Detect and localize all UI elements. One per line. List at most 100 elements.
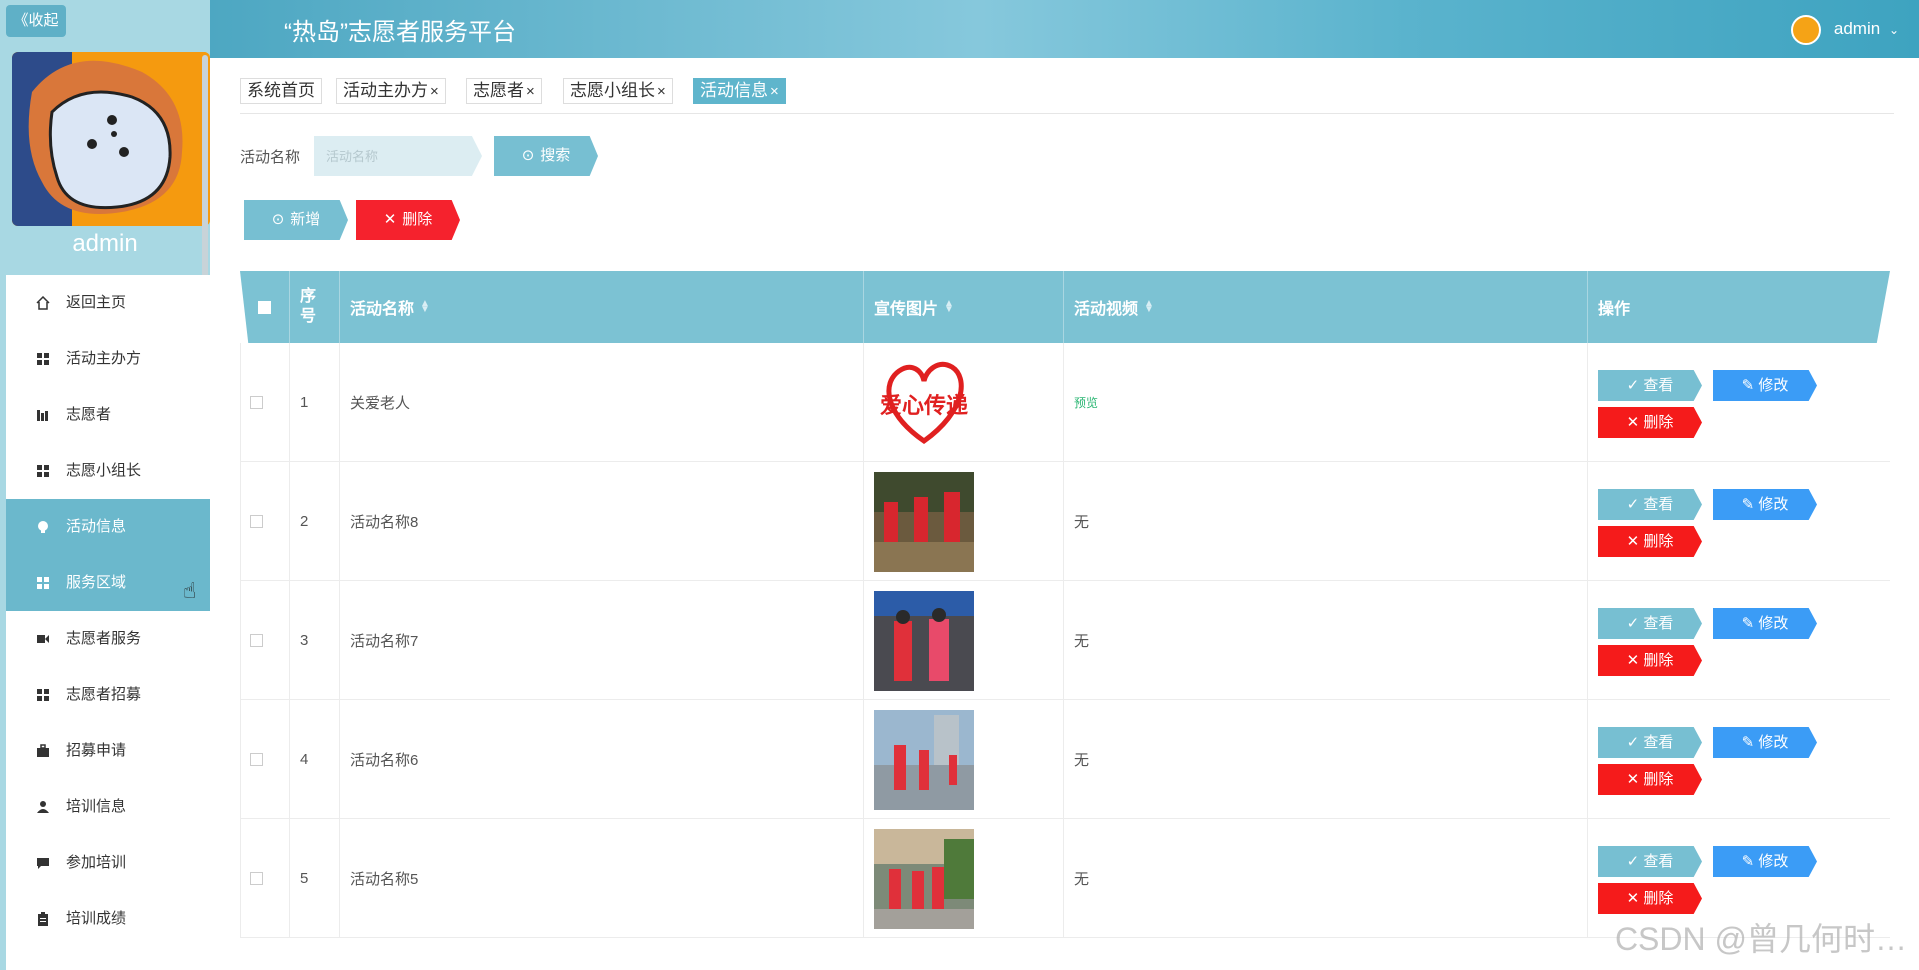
user-icon	[37, 801, 49, 813]
grid-icon	[37, 689, 49, 701]
sidebar-item-volunteer-service[interactable]: 志愿者服务	[6, 611, 210, 667]
column-header-name[interactable]: 活动名称 ▲ ▼	[340, 271, 864, 343]
check-icon: ✓	[1626, 615, 1644, 632]
delete-button[interactable]: ✕ 删除	[1598, 407, 1702, 438]
cell-picture	[864, 819, 1064, 938]
row-checkbox[interactable]	[250, 396, 263, 409]
user-menu[interactable]: admin ⌄	[1791, 12, 1899, 46]
sidebar-menu: 返回主页 活动主办方 志愿者 志愿小组长 活动信息 服务区域 志愿者服务 志愿者…	[6, 275, 210, 970]
volunteers-street-photo[interactable]	[874, 590, 974, 691]
tab-volunteer[interactable]: 志愿者 ×	[466, 78, 542, 104]
row-checkbox[interactable]	[250, 515, 263, 528]
edit-icon: ✎	[1741, 853, 1759, 870]
volunteers-tree-photo[interactable]	[874, 471, 974, 572]
sort-icon[interactable]: ▲ ▼	[944, 299, 954, 315]
close-icon: ✕	[1626, 652, 1644, 669]
column-header-actions: 操作	[1598, 301, 1631, 318]
sidebar: 《收起 admin 返回主页 活动主办方 志愿者 志愿小组长 活动信息 服务区域…	[0, 0, 210, 970]
collapse-button[interactable]: 《收起	[6, 5, 66, 37]
header-username: admin	[1833, 19, 1881, 38]
row-checkbox-cell	[240, 581, 290, 700]
row-checkbox-cell	[240, 700, 290, 819]
row-checkbox[interactable]	[250, 634, 263, 647]
table-header: 序号 活动名称 ▲ ▼ 宣传图片 ▲ ▼ 活动视频 ▲ ▼ 操作	[240, 271, 1890, 343]
view-button[interactable]: ✓ 查看	[1598, 608, 1702, 639]
add-button[interactable]: ⊙ 新增	[244, 200, 348, 240]
app-title: “热岛”志愿者服务平台	[284, 19, 516, 46]
tab-organizer[interactable]: 活动主办方 ×	[336, 78, 446, 104]
select-all-checkbox[interactable]	[258, 300, 271, 314]
row-checkbox[interactable]	[250, 872, 263, 885]
tab-team-leader[interactable]: 志愿小组长 ×	[563, 78, 673, 104]
delete-button[interactable]: ✕ 删除	[1598, 645, 1702, 676]
sidebar-item-recruit-apply[interactable]: 招募申请	[6, 723, 210, 779]
view-button[interactable]: ✓ 查看	[1598, 370, 1702, 401]
column-header-picture[interactable]: 宣传图片 ▲ ▼	[864, 271, 1064, 343]
sidebar-item-recruitment[interactable]: 志愿者招募	[6, 667, 210, 723]
sidebar-item-service-area[interactable]: 服务区域	[6, 555, 210, 611]
cell-video: 无	[1064, 700, 1588, 819]
sidebar-item-training-score[interactable]: 培训成绩	[6, 891, 210, 947]
sidebar-username: admin	[72, 230, 138, 257]
sidebar-item-team-leader[interactable]: 志愿小组长	[6, 443, 210, 499]
edit-button[interactable]: ✎ 修改	[1713, 846, 1817, 877]
sort-icon[interactable]: ▲ ▼	[1144, 299, 1154, 315]
volunteers-sidewalk-photo[interactable]	[874, 828, 974, 929]
edit-icon: ✎	[1741, 615, 1759, 632]
row-checkbox[interactable]	[250, 753, 263, 766]
love-relay-logo[interactable]: 爱心传递	[874, 352, 974, 453]
sidebar-item-label: 志愿者	[66, 406, 112, 423]
sidebar-item-label: 返回主页	[66, 294, 127, 311]
bulb-icon	[38, 521, 48, 533]
column-header-index: 序号	[290, 271, 340, 343]
edit-button[interactable]: ✎ 修改	[1713, 489, 1817, 520]
close-icon: ✕	[1626, 771, 1644, 788]
tab-activity-info[interactable]: 活动信息 ×	[693, 78, 786, 104]
tab-label: 系统首页	[247, 81, 315, 100]
volunteers-cleaning-photo[interactable]	[874, 709, 974, 810]
grid-icon	[37, 465, 49, 477]
check-icon: ✓	[1626, 734, 1644, 751]
sidebar-item-label: 服务区域	[66, 574, 127, 591]
sidebar-item-label: 参加培训	[66, 854, 127, 871]
header-avatar	[1791, 14, 1822, 45]
close-icon[interactable]: ×	[770, 83, 779, 100]
briefcase-icon	[37, 744, 49, 757]
close-icon[interactable]: ×	[657, 83, 666, 100]
home-icon	[36, 296, 50, 310]
batch-delete-button[interactable]: ✕ 删除	[356, 200, 460, 240]
search-button-label: 搜索	[540, 147, 571, 164]
edit-button[interactable]: ✎ 修改	[1713, 608, 1817, 639]
cell-picture	[864, 462, 1064, 581]
edit-button[interactable]: ✎ 修改	[1713, 370, 1817, 401]
delete-button[interactable]: ✕ 删除	[1598, 526, 1702, 557]
sidebar-item-label: 培训信息	[66, 798, 127, 815]
tab-label: 活动主办方	[343, 81, 428, 100]
row-checkbox-cell	[240, 819, 290, 938]
delete-button[interactable]: ✕ 删除	[1598, 883, 1702, 914]
cell-picture	[864, 700, 1064, 819]
delete-button[interactable]: ✕ 删除	[1598, 764, 1702, 795]
search-button[interactable]: ⊙ 搜索	[494, 136, 598, 176]
sidebar-item-label: 活动主办方	[66, 350, 142, 367]
sidebar-item-home[interactable]: 返回主页	[6, 275, 210, 331]
video-preview-link[interactable]: 预览	[1074, 394, 1098, 411]
search-input[interactable]	[314, 136, 482, 176]
view-button[interactable]: ✓ 查看	[1598, 846, 1702, 877]
close-icon[interactable]: ×	[526, 83, 535, 100]
edit-button[interactable]: ✎ 修改	[1713, 727, 1817, 758]
sort-icon[interactable]: ▲ ▼	[420, 299, 430, 315]
tab-home[interactable]: 系统首页	[240, 78, 322, 104]
sidebar-item-join-training[interactable]: 参加培训	[6, 835, 210, 891]
view-button[interactable]: ✓ 查看	[1598, 489, 1702, 520]
sidebar-item-label: 活动信息	[66, 518, 127, 535]
chevron-down-icon: ⌄	[1888, 23, 1899, 37]
close-icon[interactable]: ×	[430, 83, 439, 100]
view-button[interactable]: ✓ 查看	[1598, 727, 1702, 758]
sidebar-item-organizer[interactable]: 活动主办方	[6, 331, 210, 387]
sidebar-item-activity-info[interactable]: 活动信息	[6, 499, 210, 555]
watermark: CSDN @曾几何时…	[1614, 921, 1907, 957]
sidebar-item-training-info[interactable]: 培训信息	[6, 779, 210, 835]
sidebar-item-volunteer[interactable]: 志愿者	[6, 387, 210, 443]
column-header-video[interactable]: 活动视频 ▲ ▼	[1064, 271, 1588, 343]
